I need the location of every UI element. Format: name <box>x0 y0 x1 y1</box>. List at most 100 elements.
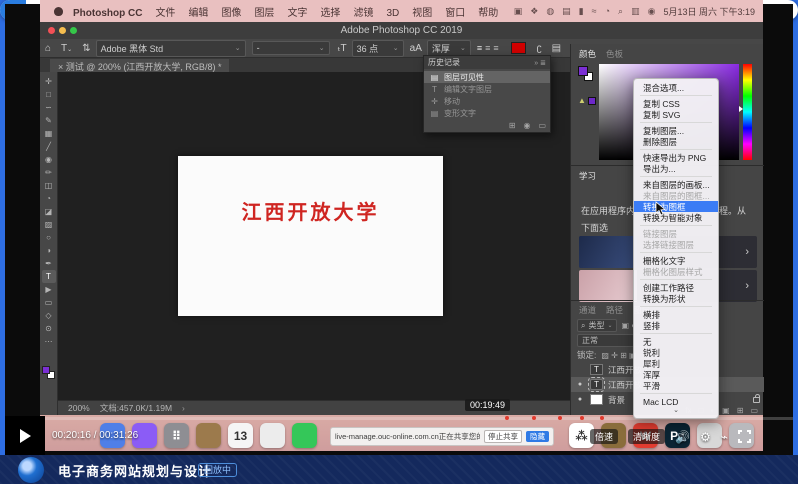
menubar-status-icon[interactable]: ▤ <box>562 6 571 17</box>
history-item[interactable]: ✛移动 <box>424 95 550 107</box>
close-tab-icon[interactable]: × <box>58 62 63 72</box>
history-panel-title[interactable]: 历史记录 <box>428 57 460 68</box>
tab-channels[interactable]: 通道 <box>579 304 596 316</box>
toggle-panels-icon[interactable]: ▤ <box>552 43 561 54</box>
foreground-background-swatches[interactable] <box>42 366 56 380</box>
menubar-item[interactable]: 滤镜 <box>353 8 373 19</box>
context-menu-item[interactable]: 转换为形状 <box>634 293 718 304</box>
blur-tool-icon[interactable]: ○ <box>42 231 56 244</box>
menubar-item[interactable]: 选择 <box>320 8 340 19</box>
layers-footer-icon[interactable]: ▣ <box>722 406 730 415</box>
fullscreen-icon[interactable] <box>738 430 751 443</box>
context-menu-item[interactable]: 复制 SVG <box>634 109 718 120</box>
context-menu-item[interactable]: 复制图层... <box>634 125 718 136</box>
type-tool-icon[interactable]: T <box>42 270 56 283</box>
dock-calendar[interactable]: 13 <box>228 423 253 448</box>
layers-footer-icon[interactable]: ⊞ <box>737 406 744 415</box>
font-family-select[interactable]: Adobe 黑体 Std⌄ <box>96 40 246 57</box>
eyedropper-tool-icon[interactable]: ╱ <box>42 140 56 153</box>
pen-tool-icon[interactable]: ✒ <box>42 257 56 270</box>
lock-icons[interactable]: ▨ ✛ ⊞ ▣ <box>601 351 636 360</box>
context-menu-item[interactable]: 犀利 <box>634 358 718 369</box>
healing-tool-icon[interactable]: ◉ <box>42 153 56 166</box>
context-menu-item[interactable]: 快速导出为 PNG <box>634 152 718 163</box>
menubar-status-icon[interactable]: ◔ <box>605 6 610 16</box>
font-style-select[interactable]: -⌄ <box>252 41 330 55</box>
context-menu-item[interactable]: 来自图层的画板... <box>634 179 718 190</box>
menubar-item[interactable]: 视图 <box>412 8 432 19</box>
context-menu-item[interactable]: 竖排 <box>634 320 718 331</box>
menubar-item[interactable]: 窗口 <box>445 8 465 19</box>
context-menu-item[interactable]: 平滑 <box>634 380 718 391</box>
menubar-status-icon[interactable]: ❖ <box>530 6 538 17</box>
history-brush-tool-icon[interactable]: ◔ <box>42 192 56 205</box>
context-menu-item[interactable]: 锐利 <box>634 347 718 358</box>
menubar-item[interactable]: 帮助 <box>478 8 498 19</box>
quality-button[interactable]: 清晰度 <box>628 429 665 444</box>
history-item[interactable]: ▤图层可见性 <box>424 71 550 83</box>
menubar-item[interactable]: 文字 <box>287 8 307 19</box>
document-canvas[interactable]: 江西开放大学 <box>178 156 443 316</box>
status-arrow-icon[interactable]: › <box>182 403 185 413</box>
volume-icon[interactable]: 🔊 <box>675 430 690 444</box>
dock-launchpad[interactable]: ⠿ <box>164 423 189 448</box>
menubar-item[interactable]: Photoshop CC <box>73 8 142 19</box>
history-item[interactable]: T编辑文字图层 <box>424 83 550 95</box>
eraser-tool-icon[interactable]: ◪ <box>42 205 56 218</box>
warp-text-icon[interactable]: ʗ <box>537 43 542 54</box>
hue-slider-marker[interactable] <box>739 106 743 112</box>
chevron-right-icon[interactable]: › <box>745 280 749 292</box>
menubar-item[interactable]: 图层 <box>254 8 274 19</box>
tab-learn[interactable]: 学习 <box>579 170 596 182</box>
hue-slider[interactable] <box>743 64 752 160</box>
context-menu-item[interactable]: 转换为智能对象 <box>634 212 718 223</box>
lasso-tool-icon[interactable]: ∽ <box>42 101 56 114</box>
menubar-status-icon[interactable]: ◍ <box>546 6 554 17</box>
context-menu-item[interactable]: 混合选项... <box>634 82 718 93</box>
gamut-swatch[interactable] <box>588 97 596 105</box>
menubar-item[interactable]: 文件 <box>155 8 175 19</box>
context-menu-item[interactable]: 删除图层 <box>634 136 718 147</box>
layer-visibility-eye-icon[interactable]: ● <box>575 381 585 388</box>
type-tool-icon[interactable]: T⌄ <box>61 43 72 54</box>
layer-filter-select[interactable]: ⌕ 类型 ⌄ <box>577 319 617 332</box>
move-tool-icon[interactable]: ✛ <box>42 75 56 88</box>
context-menu-item[interactable]: 横排 <box>634 309 718 320</box>
hide-banner-button[interactable]: 隐藏 <box>526 431 549 442</box>
path-select-tool-icon[interactable]: ▶ <box>42 283 56 296</box>
play-button[interactable] <box>5 416 45 455</box>
crop-tool-icon[interactable]: ▦ <box>42 127 56 140</box>
apple-menu-icon[interactable] <box>54 7 63 16</box>
anti-alias-select[interactable]: 浑厚⌄ <box>427 40 471 57</box>
menubar-item[interactable]: 编辑 <box>188 8 208 19</box>
chevron-right-icon[interactable]: › <box>745 246 749 258</box>
menubar-status-icon[interactable]: ◉ <box>648 6 656 17</box>
history-panel-menu-icon[interactable]: » ≣ <box>534 59 546 67</box>
gradient-tool-icon[interactable]: ▨ <box>42 218 56 231</box>
zoom-level[interactable]: 200% <box>68 403 90 413</box>
marquee-tool-icon[interactable]: □ <box>42 88 56 101</box>
tab-paths[interactable]: 路径 <box>606 304 623 316</box>
settings-gear-icon[interactable]: ⚙ <box>700 430 711 444</box>
tab-swatches[interactable]: 色板 <box>606 48 623 60</box>
menubar-status-icon[interactable]: ▮ <box>579 6 584 17</box>
hand-tool-icon[interactable]: ◇ <box>42 309 56 322</box>
history-item[interactable]: ▤变形文字 <box>424 107 550 119</box>
home-icon[interactable]: ⌂ <box>45 43 51 54</box>
context-menu-item[interactable]: 导出为... <box>634 163 718 174</box>
zoom-tool-icon[interactable]: ⊙ <box>42 322 56 335</box>
context-menu-item[interactable]: 栅格化文字 <box>634 255 718 266</box>
menubar-status-icon[interactable]: ▣ <box>514 6 523 17</box>
layer-thumbnail[interactable] <box>590 394 603 405</box>
context-menu-item[interactable]: 无 <box>634 336 718 347</box>
menubar-status-icon[interactable]: ≈ <box>592 6 597 16</box>
brush-tool-icon[interactable]: ✏ <box>42 166 56 179</box>
menubar-clock[interactable]: 5月13日 周六 下午3:19 <box>663 5 755 18</box>
dock-facetime[interactable] <box>292 423 317 448</box>
font-size-select[interactable]: 36 点⌄ <box>352 40 404 57</box>
layer-thumbnail[interactable]: T <box>590 364 603 375</box>
tab-color[interactable]: 颜色 <box>579 48 596 60</box>
history-footer-icon[interactable]: ◉ <box>523 121 530 130</box>
color-panel-fg-bg[interactable] <box>578 66 594 82</box>
dock-folder[interactable] <box>196 423 221 448</box>
